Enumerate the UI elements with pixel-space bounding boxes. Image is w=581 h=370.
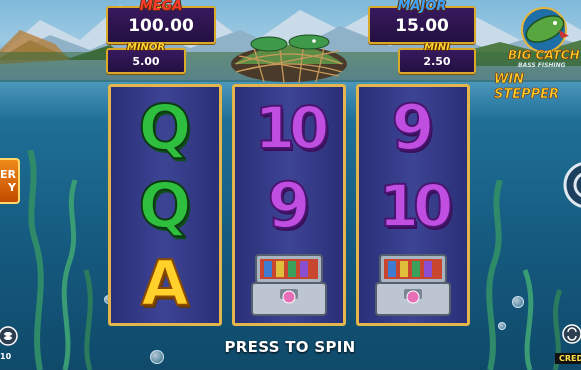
- seaweed-right: [486, 180, 563, 370]
- symbol-label: 9: [390, 91, 435, 164]
- fishing-net-icon: [231, 34, 347, 84]
- bet-coins-icon[interactable]: [0, 324, 20, 348]
- feature-buy-label-1: ER: [0, 168, 16, 181]
- jackpot-mini: MINI 2.50: [398, 42, 476, 74]
- reel-symbol: 9: [359, 89, 467, 167]
- bet-value: 10: [0, 352, 12, 361]
- logo-title-line3: WIN STEPPER: [494, 72, 560, 103]
- feature-buy-label-2: Y: [8, 181, 16, 194]
- credits-label: CREDI: [555, 353, 581, 364]
- symbol-label: 10: [254, 94, 331, 162]
- jackpot-minor-title: MINOR: [126, 42, 166, 53]
- reel-symbol: 9: [235, 167, 343, 245]
- feature-buy-button[interactable]: ER Y: [0, 158, 20, 204]
- symbol-label: Q: [138, 91, 193, 164]
- reel-symbol: 10: [359, 167, 467, 245]
- jackpot-mega-value: 100.00: [128, 16, 194, 36]
- jackpot-minor: MINOR 5.00: [106, 42, 186, 74]
- symbol-label: 9: [266, 169, 311, 242]
- jackpot-mega-title: MEGA: [139, 0, 183, 14]
- seaweed-left: [27, 150, 93, 370]
- jackpot-mini-title: MINI: [424, 42, 450, 53]
- reel-symbol: A: [111, 245, 219, 323]
- symbol-label: Q: [138, 169, 193, 242]
- reel-symbol: Q: [111, 89, 219, 167]
- press-to-spin-label[interactable]: PRESS TO SPIN: [200, 338, 380, 356]
- logo-title-line1: BIG CATCH: [508, 48, 580, 63]
- jackpot-mini-value: 2.50: [423, 55, 451, 68]
- autoplay-icon[interactable]: [560, 322, 581, 346]
- tackle-box-icon: [235, 245, 343, 323]
- jackpot-major-value: 15.00: [395, 16, 449, 36]
- tackle-box-icon: [359, 245, 467, 323]
- reel-1: Q Q A: [108, 84, 222, 326]
- bubble: [498, 322, 506, 330]
- jackpot-major: MAJOR 15.00: [368, 0, 476, 44]
- reel-symbol: 10: [235, 89, 343, 167]
- spin-button-icon[interactable]: [561, 160, 581, 210]
- reel-symbol: Q: [111, 167, 219, 245]
- logo-title-line2: BASS FISHING: [518, 62, 566, 69]
- reel-2: 10 9: [232, 84, 346, 326]
- fish-logo-icon: [521, 7, 569, 53]
- bubble: [150, 350, 164, 364]
- jackpot-major-title: MAJOR: [397, 0, 447, 14]
- symbol-label: A: [140, 247, 190, 320]
- reel-3: 9 10: [356, 84, 470, 326]
- bubble: [512, 296, 524, 308]
- jackpot-mega: MEGA 100.00: [106, 0, 216, 44]
- jackpot-minor-value: 5.00: [132, 55, 160, 68]
- symbol-label: 10: [378, 172, 455, 240]
